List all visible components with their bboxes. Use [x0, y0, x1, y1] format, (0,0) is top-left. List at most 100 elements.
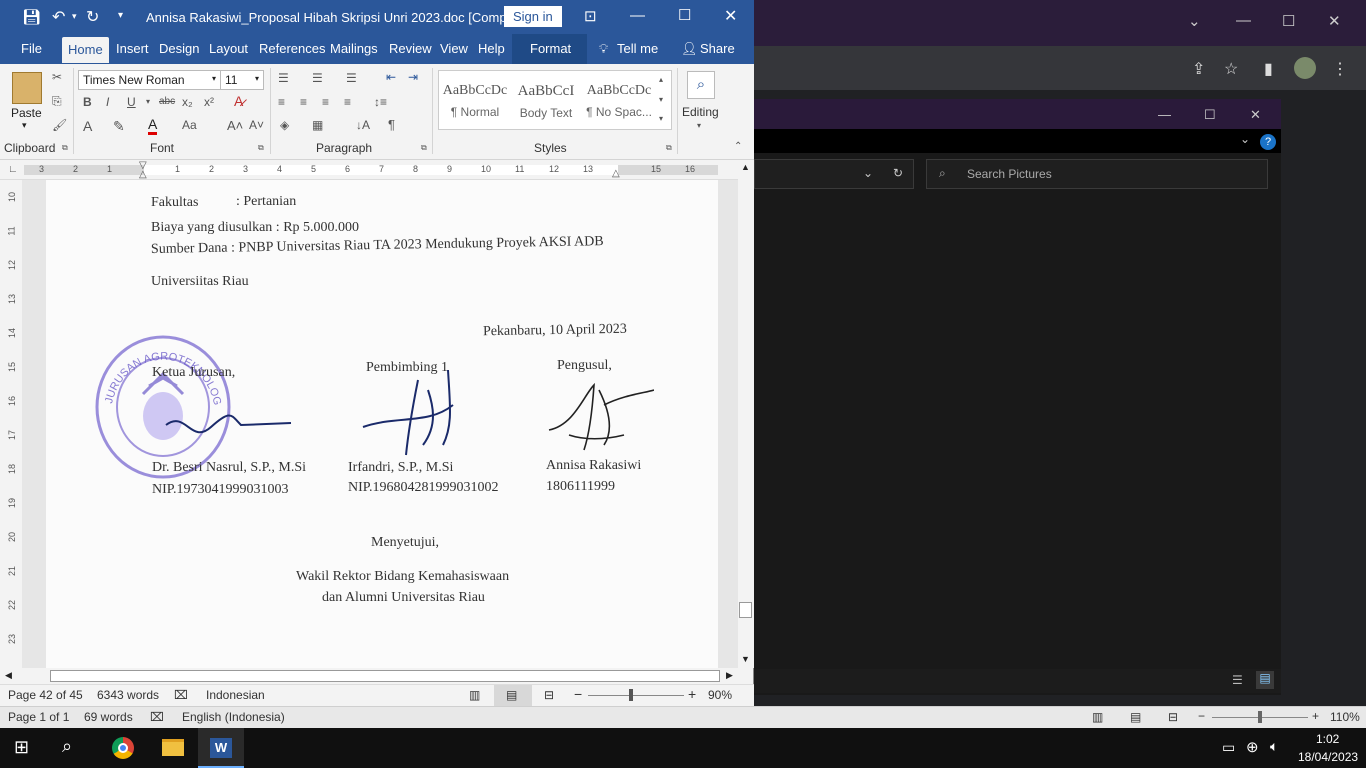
outer-web-layout-icon[interactable]: ⊟	[1168, 710, 1178, 724]
clear-formatting-icon[interactable]: A̷	[234, 93, 243, 109]
superscript-icon[interactable]: x²	[204, 95, 214, 109]
redo-icon[interactable]: ↻	[86, 7, 99, 27]
vertical-ruler[interactable]: 10 11 12 13 14 15 16 17 18 19 20 21 22 23	[0, 180, 22, 668]
outer-print-layout-icon[interactable]: ▤	[1130, 710, 1141, 724]
undo-dropdown-icon[interactable]: ▾	[72, 11, 77, 22]
align-left-icon[interactable]: ≡	[278, 95, 285, 109]
read-mode-icon[interactable]: ▥	[469, 688, 480, 702]
sort-icon[interactable]: ↓A	[356, 118, 370, 132]
sign-in-button[interactable]: Sign in	[504, 6, 562, 27]
battery-icon[interactable]: ▭	[1222, 739, 1235, 756]
volume-icon[interactable]: 🔈︎	[1270, 738, 1278, 755]
word-taskbar-button[interactable]: W	[198, 728, 244, 768]
zoom-in-icon[interactable]: +	[688, 686, 696, 702]
maximize-icon[interactable]: ☐	[678, 6, 691, 24]
search-pictures-input[interactable]: ⌕ Search Pictures	[926, 159, 1268, 189]
numbering-icon[interactable]: ☰	[312, 71, 323, 85]
sidepanel-icon[interactable]: ▮	[1264, 59, 1273, 79]
close-icon[interactable]: ✕	[724, 6, 737, 26]
paragraph-launcher-icon[interactable]: ⧉	[421, 143, 427, 153]
styles-scroll-down-icon[interactable]: ▾	[659, 95, 663, 104]
word-count[interactable]: 6343 words	[97, 688, 159, 702]
text-effects-icon[interactable]: A	[83, 118, 92, 134]
save-icon[interactable]: 💾︎	[22, 8, 41, 26]
address-dropdown-icon[interactable]: ⌄	[863, 166, 873, 180]
bullets-icon[interactable]: ☰	[278, 71, 289, 85]
subscript-icon[interactable]: x₂	[182, 95, 193, 109]
multilevel-list-icon[interactable]: ☰	[346, 71, 357, 85]
paste-icon[interactable]	[12, 72, 42, 104]
network-icon[interactable]: ⊕	[1246, 738, 1259, 756]
tab-design[interactable]: Design	[159, 41, 199, 56]
style-normal[interactable]: AaBbCcDc ¶ Normal	[442, 75, 508, 127]
customize-qat-icon[interactable]: ▾	[118, 10, 123, 21]
font-color-icon[interactable]: A	[148, 116, 158, 135]
bold-icon[interactable]: B	[83, 95, 92, 109]
highlight-icon[interactable]: ✎	[113, 118, 125, 135]
scroll-down-icon[interactable]: ▼	[741, 654, 750, 664]
zoom-out-icon[interactable]: −	[574, 686, 582, 702]
page-count[interactable]: Page 42 of 45	[8, 688, 83, 702]
scroll-left-icon[interactable]: ◀	[5, 670, 12, 681]
minimize-icon[interactable]: —	[630, 7, 645, 24]
tab-format[interactable]: Format	[530, 41, 571, 56]
scroll-right-icon[interactable]: ▶	[726, 670, 733, 681]
bookmark-star-icon[interactable]: ☆	[1224, 59, 1238, 79]
style-no-spacing[interactable]: AaBbCcDc ¶ No Spac...	[586, 75, 652, 127]
line-spacing-icon[interactable]: ↕≡	[374, 95, 387, 109]
tab-references[interactable]: References	[259, 41, 325, 56]
language[interactable]: Indonesian	[206, 688, 265, 702]
help-icon[interactable]: ?	[1260, 134, 1276, 150]
font-launcher-icon[interactable]: ⧉	[258, 143, 264, 153]
underline-dropdown-icon[interactable]: ▾	[146, 97, 150, 106]
right-indent-icon[interactable]: △	[612, 168, 620, 179]
style-body-text[interactable]: AaBbCcI Body Text	[513, 75, 579, 127]
editing-button[interactable]: Editing	[682, 105, 719, 119]
ribbon-display-options-icon[interactable]: ⊡	[584, 7, 597, 25]
document-page[interactable]: Fakultas : Pertanian Biaya yang diusulka…	[46, 180, 718, 668]
chrome-menu-icon[interactable]: ⋮	[1332, 59, 1348, 79]
details-view-icon[interactable]: ☰	[1232, 673, 1243, 687]
zoom-level[interactable]: 90%	[708, 688, 732, 702]
shading-icon[interactable]: ◈	[280, 118, 289, 132]
tab-file[interactable]: File	[21, 41, 42, 56]
tab-view[interactable]: View	[440, 41, 468, 56]
increase-indent-icon[interactable]: ⇥	[408, 70, 418, 84]
grow-font-icon[interactable]: A˄	[227, 118, 243, 133]
file-explorer-taskbar-icon[interactable]	[162, 739, 184, 756]
profile-avatar[interactable]	[1294, 57, 1316, 79]
zoom-thumb[interactable]	[629, 689, 633, 701]
document-area[interactable]: Fakultas : Pertanian Biaya yang diusulka…	[22, 180, 738, 668]
find-icon[interactable]: ⌕	[687, 71, 715, 99]
clock-time[interactable]: 1:02	[1316, 732, 1339, 746]
change-case-icon[interactable]: Aa	[182, 118, 197, 132]
cut-icon[interactable]: ✂	[52, 70, 62, 84]
font-name-select[interactable]: Times New Roman ▾	[78, 70, 221, 90]
styles-scroll-up-icon[interactable]: ▴	[659, 75, 663, 84]
undo-icon[interactable]: ↶	[52, 7, 65, 27]
strikethrough-icon[interactable]: abc	[159, 96, 175, 107]
share-icon[interactable]: ⇪	[1192, 59, 1205, 79]
decrease-indent-icon[interactable]: ⇤	[386, 70, 396, 84]
show-formatting-icon[interactable]: ¶	[388, 117, 395, 132]
format-painter-icon[interactable]: 🖌︎	[52, 118, 67, 132]
horizontal-scroll-thumb[interactable]	[50, 670, 720, 682]
outer-zoom-thumb[interactable]	[1258, 711, 1262, 723]
styles-more-icon[interactable]: ▾	[659, 114, 663, 123]
tab-selector-icon[interactable]: ∟	[8, 164, 18, 175]
outer-word-count[interactable]: 69 words	[84, 710, 133, 724]
styles-launcher-icon[interactable]: ⧉	[666, 143, 672, 153]
tab-help[interactable]: Help	[478, 41, 505, 56]
chrome-minimize-icon[interactable]: —	[1236, 12, 1251, 29]
search-taskbar-icon[interactable]: ⌕	[62, 736, 72, 757]
vertical-scroll-thumb[interactable]	[739, 602, 752, 618]
font-size-select[interactable]: 11 ▾	[220, 70, 264, 90]
address-bar[interactable]: ⌄ ↻	[754, 159, 914, 189]
outer-language[interactable]: English (Indonesia)	[182, 710, 285, 724]
italic-icon[interactable]: I	[106, 95, 109, 109]
tell-me-search[interactable]: Tell me	[617, 41, 658, 56]
tab-insert[interactable]: Insert	[116, 41, 149, 56]
outer-zoom-in-icon[interactable]: +	[1312, 709, 1319, 723]
align-right-icon[interactable]: ≡	[322, 95, 329, 109]
outer-proofing-icon[interactable]: ⌧	[150, 710, 164, 724]
